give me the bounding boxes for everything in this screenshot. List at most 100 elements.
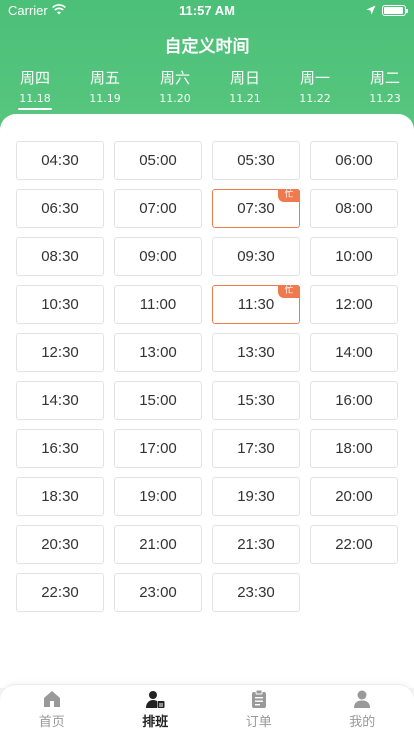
- day-tab[interactable]: 周二 11.23: [350, 68, 414, 112]
- time-slot[interactable]: 23:00: [114, 573, 202, 612]
- time-slot[interactable]: 18:30: [16, 477, 104, 516]
- day-tab[interactable]: 周一 11.22: [280, 68, 350, 112]
- day-tab-weekday: 周二: [369, 69, 400, 87]
- time-slot[interactable]: 22:00: [310, 525, 398, 564]
- time-slot[interactable]: 13:00: [114, 333, 202, 372]
- time-slot[interactable]: 20:00: [310, 477, 398, 516]
- tab-label: 我的: [349, 715, 376, 730]
- time-slot-busy[interactable]: 11:30 忙: [212, 285, 300, 324]
- time-slot[interactable]: 13:30: [212, 333, 300, 372]
- status-time: 11:57 AM: [179, 3, 235, 18]
- time-slot-label: 09:30: [237, 248, 275, 265]
- tab-home[interactable]: 首页: [0, 685, 104, 736]
- time-slot[interactable]: 10:00: [310, 237, 398, 276]
- time-slot-label: 10:00: [335, 248, 373, 265]
- tab-label: 订单: [245, 715, 272, 730]
- time-slot-label: 15:00: [139, 392, 177, 409]
- order-icon: [249, 689, 269, 709]
- time-slot[interactable]: 05:30: [212, 141, 300, 180]
- time-slot[interactable]: 06:30: [16, 189, 104, 228]
- time-slot[interactable]: 07:00: [114, 189, 202, 228]
- active-day-underline: [18, 108, 52, 110]
- busy-badge: 忙: [278, 285, 300, 298]
- page-title: 自定义时间: [164, 37, 250, 57]
- tab-profile[interactable]: 我的: [311, 685, 414, 736]
- time-slot[interactable]: 21:00: [114, 525, 202, 564]
- time-slot-label: 22:00: [335, 536, 373, 553]
- day-tab[interactable]: 周五 11.19: [70, 68, 140, 112]
- day-tab-date: 11.21: [229, 92, 261, 105]
- day-tab-date: 11.22: [299, 92, 331, 105]
- day-tab[interactable]: 周四 11.18: [0, 68, 70, 112]
- time-slot[interactable]: 21:30: [212, 525, 300, 564]
- time-slot[interactable]: 15:00: [114, 381, 202, 420]
- time-slot[interactable]: 12:00: [310, 285, 398, 324]
- time-slot[interactable]: 11:00: [114, 285, 202, 324]
- time-slot-label: 06:00: [335, 152, 373, 169]
- time-slot[interactable]: 16:00: [310, 381, 398, 420]
- day-tab-weekday: 周四: [19, 69, 50, 87]
- time-slot-label: 12:00: [335, 296, 373, 313]
- time-slot[interactable]: 09:00: [114, 237, 202, 276]
- time-slot-label: 17:30: [237, 440, 275, 457]
- time-slot[interactable]: 17:00: [114, 429, 202, 468]
- day-tab-date: 11.19: [89, 92, 121, 105]
- time-slot-label: 08:00: [335, 200, 373, 217]
- time-slot[interactable]: 06:00: [310, 141, 398, 180]
- time-slot[interactable]: 19:00: [114, 477, 202, 516]
- time-slot-label: 23:00: [139, 584, 177, 601]
- time-slot-label: 19:00: [139, 488, 177, 505]
- time-slot-label: 15:30: [237, 392, 275, 409]
- time-slot-label: 14:00: [335, 344, 373, 361]
- time-slot[interactable]: 09:30: [212, 237, 300, 276]
- day-tab[interactable]: 周六 11.20: [140, 68, 210, 112]
- time-slot[interactable]: 18:00: [310, 429, 398, 468]
- day-tab[interactable]: 周日 11.21: [210, 68, 280, 112]
- time-slot[interactable]: 05:00: [114, 141, 202, 180]
- time-slot-busy[interactable]: 07:30 忙: [212, 189, 300, 228]
- time-slot-label: 14:30: [41, 392, 79, 409]
- time-slot[interactable]: 04:30: [16, 141, 104, 180]
- time-slot-label: 19:30: [237, 488, 275, 505]
- day-tab-strip: 周四 11.18 周五 11.19 周六 11.20 周日 11.21 周一 11.22 周二 11.…: [0, 68, 414, 112]
- time-slot[interactable]: 12:30: [16, 333, 104, 372]
- time-slot[interactable]: 14:00: [310, 333, 398, 372]
- tab-schedule[interactable]: 排班: [104, 685, 208, 736]
- time-slot[interactable]: 22:30: [16, 573, 104, 612]
- battery-icon: [382, 5, 408, 16]
- time-slot[interactable]: 10:30: [16, 285, 104, 324]
- time-slot-label: 21:00: [139, 536, 177, 553]
- tab-order[interactable]: 订单: [207, 685, 311, 736]
- day-tab-weekday: 周六: [159, 69, 190, 87]
- time-slot[interactable]: 17:30: [212, 429, 300, 468]
- time-slot[interactable]: 16:30: [16, 429, 104, 468]
- day-tab-weekday: 周日: [229, 69, 260, 87]
- time-slot-panel: 04:30 05:00 05:30 06:00 06:30 07:00 07:30 忙 08:0…: [0, 114, 414, 688]
- time-slot-label: 13:30: [237, 344, 275, 361]
- day-tab-date: 11.20: [159, 92, 191, 105]
- time-slot-label: 12:30: [41, 344, 79, 361]
- home-icon: [42, 689, 62, 709]
- time-slot-label: 08:30: [41, 248, 79, 265]
- bottom-tab-bar: 首页 排班 订单 我的: [0, 684, 414, 736]
- time-slot[interactable]: 08:30: [16, 237, 104, 276]
- day-tab-weekday: 周五: [89, 69, 120, 87]
- time-slot-label: 05:30: [237, 152, 275, 169]
- time-slot[interactable]: 08:00: [310, 189, 398, 228]
- time-slot[interactable]: 15:30: [212, 381, 300, 420]
- time-slot-label: 10:30: [41, 296, 79, 313]
- time-slot[interactable]: 23:30: [212, 573, 300, 612]
- time-slot[interactable]: 19:30: [212, 477, 300, 516]
- day-tab-weekday: 周一: [299, 69, 330, 87]
- time-slot-label: 23:30: [237, 584, 275, 601]
- time-slot-label: 11:00: [139, 296, 177, 313]
- tab-label: 首页: [38, 715, 65, 730]
- time-slot-label: 16:00: [335, 392, 373, 409]
- time-slot[interactable]: 20:30: [16, 525, 104, 564]
- status-bar: Carrier 11:57 AM: [0, 0, 414, 22]
- time-slot[interactable]: 14:30: [16, 381, 104, 420]
- busy-badge: 忙: [278, 189, 300, 202]
- time-slot-label: 18:30: [41, 488, 79, 505]
- day-tab-date: 11.18: [19, 92, 51, 105]
- time-slot-label: 05:00: [139, 152, 177, 169]
